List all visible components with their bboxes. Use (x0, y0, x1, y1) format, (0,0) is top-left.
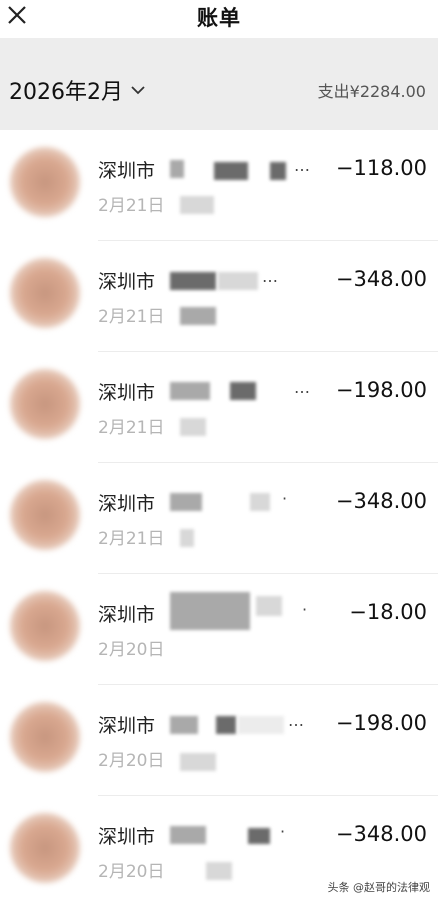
top-bar: 账单 (0, 0, 438, 38)
redacted-text (180, 753, 216, 771)
transaction-row[interactable]: 深圳市 … 2月21日 −198.00 (0, 352, 438, 463)
month-selector[interactable]: 2026年2月 (9, 74, 145, 106)
merchant-avatar (10, 369, 80, 439)
merchant-name: 深圳市 (98, 160, 156, 182)
transaction-date: 2月20日 (98, 751, 165, 771)
redacted-text (238, 716, 284, 734)
redacted-text (256, 596, 282, 616)
ellipsis: … (262, 267, 278, 286)
transaction-row[interactable]: 深圳市 · 2月21日 −348.00 (0, 463, 438, 574)
merchant-name: 深圳市 (98, 382, 156, 404)
ellipsis: … (288, 711, 304, 730)
transaction-amount: −348.00 (335, 822, 427, 846)
redacted-text (216, 716, 236, 734)
transaction-amount: −118.00 (335, 156, 427, 180)
transaction-amount: −18.00 (349, 600, 427, 624)
redacted-text (170, 493, 202, 511)
transaction-list: 深圳市 … 2月21日 −118.00 深圳市 … 2月21日 −348.00 … (0, 130, 438, 907)
watermark: 头条 @赵哥的法律观 (327, 881, 431, 894)
ellipsis: · (302, 600, 308, 619)
transaction-date: 2月21日 (98, 196, 165, 216)
month-header: 2026年2月 支出¥2284.00 (0, 38, 438, 130)
merchant-name: 深圳市 (98, 604, 156, 626)
transaction-date: 2月20日 (98, 640, 165, 660)
merchant-name: 深圳市 (98, 271, 156, 293)
transaction-date: 2月21日 (98, 418, 165, 438)
redacted-text (170, 160, 184, 178)
redacted-text (180, 418, 206, 436)
merchant-avatar (10, 702, 80, 772)
transaction-amount: −348.00 (335, 489, 427, 513)
merchant-avatar (10, 591, 80, 661)
merchant-name: 深圳市 (98, 493, 156, 515)
transaction-date: 2月21日 (98, 307, 165, 327)
page-title: 账单 (197, 6, 241, 30)
expense-total: 支出¥2284.00 (317, 82, 426, 101)
redacted-text (270, 162, 286, 180)
transaction-amount: −348.00 (335, 267, 427, 291)
redacted-text (218, 272, 258, 290)
redacted-text (250, 493, 270, 511)
merchant-avatar (10, 258, 80, 328)
transaction-row[interactable]: 深圳市 … 2月21日 −118.00 (0, 130, 438, 241)
redacted-text (170, 382, 210, 400)
transaction-row[interactable]: 深圳市 … 2月20日 −198.00 (0, 685, 438, 796)
merchant-avatar (10, 813, 80, 883)
transaction-row[interactable]: 深圳市 · 2月20日 −18.00 (0, 574, 438, 685)
transaction-amount: −198.00 (335, 711, 427, 735)
redacted-text (230, 382, 256, 400)
redacted-text (170, 592, 250, 630)
merchant-avatar (10, 480, 80, 550)
merchant-name: 深圳市 (98, 826, 156, 848)
ellipsis: … (294, 156, 310, 175)
transaction-amount: −198.00 (335, 378, 427, 402)
redacted-text (214, 162, 248, 180)
redacted-text (170, 272, 216, 290)
transaction-date: 2月21日 (98, 529, 165, 549)
redacted-text (180, 307, 216, 325)
redacted-text (170, 826, 206, 844)
redacted-text (206, 862, 232, 880)
transaction-date: 2月20日 (98, 862, 165, 882)
redacted-text (248, 828, 270, 844)
redacted-text (180, 196, 214, 214)
merchant-avatar (10, 147, 80, 217)
ellipsis: … (294, 378, 310, 397)
redacted-text (180, 529, 194, 547)
chevron-down-icon (131, 86, 145, 95)
transaction-row[interactable]: 深圳市 … 2月21日 −348.00 (0, 241, 438, 352)
ellipsis: · (280, 822, 286, 841)
ellipsis: · (282, 489, 288, 508)
merchant-name: 深圳市 (98, 715, 156, 737)
redacted-text (170, 716, 198, 734)
month-label: 2026年2月 (9, 80, 123, 105)
